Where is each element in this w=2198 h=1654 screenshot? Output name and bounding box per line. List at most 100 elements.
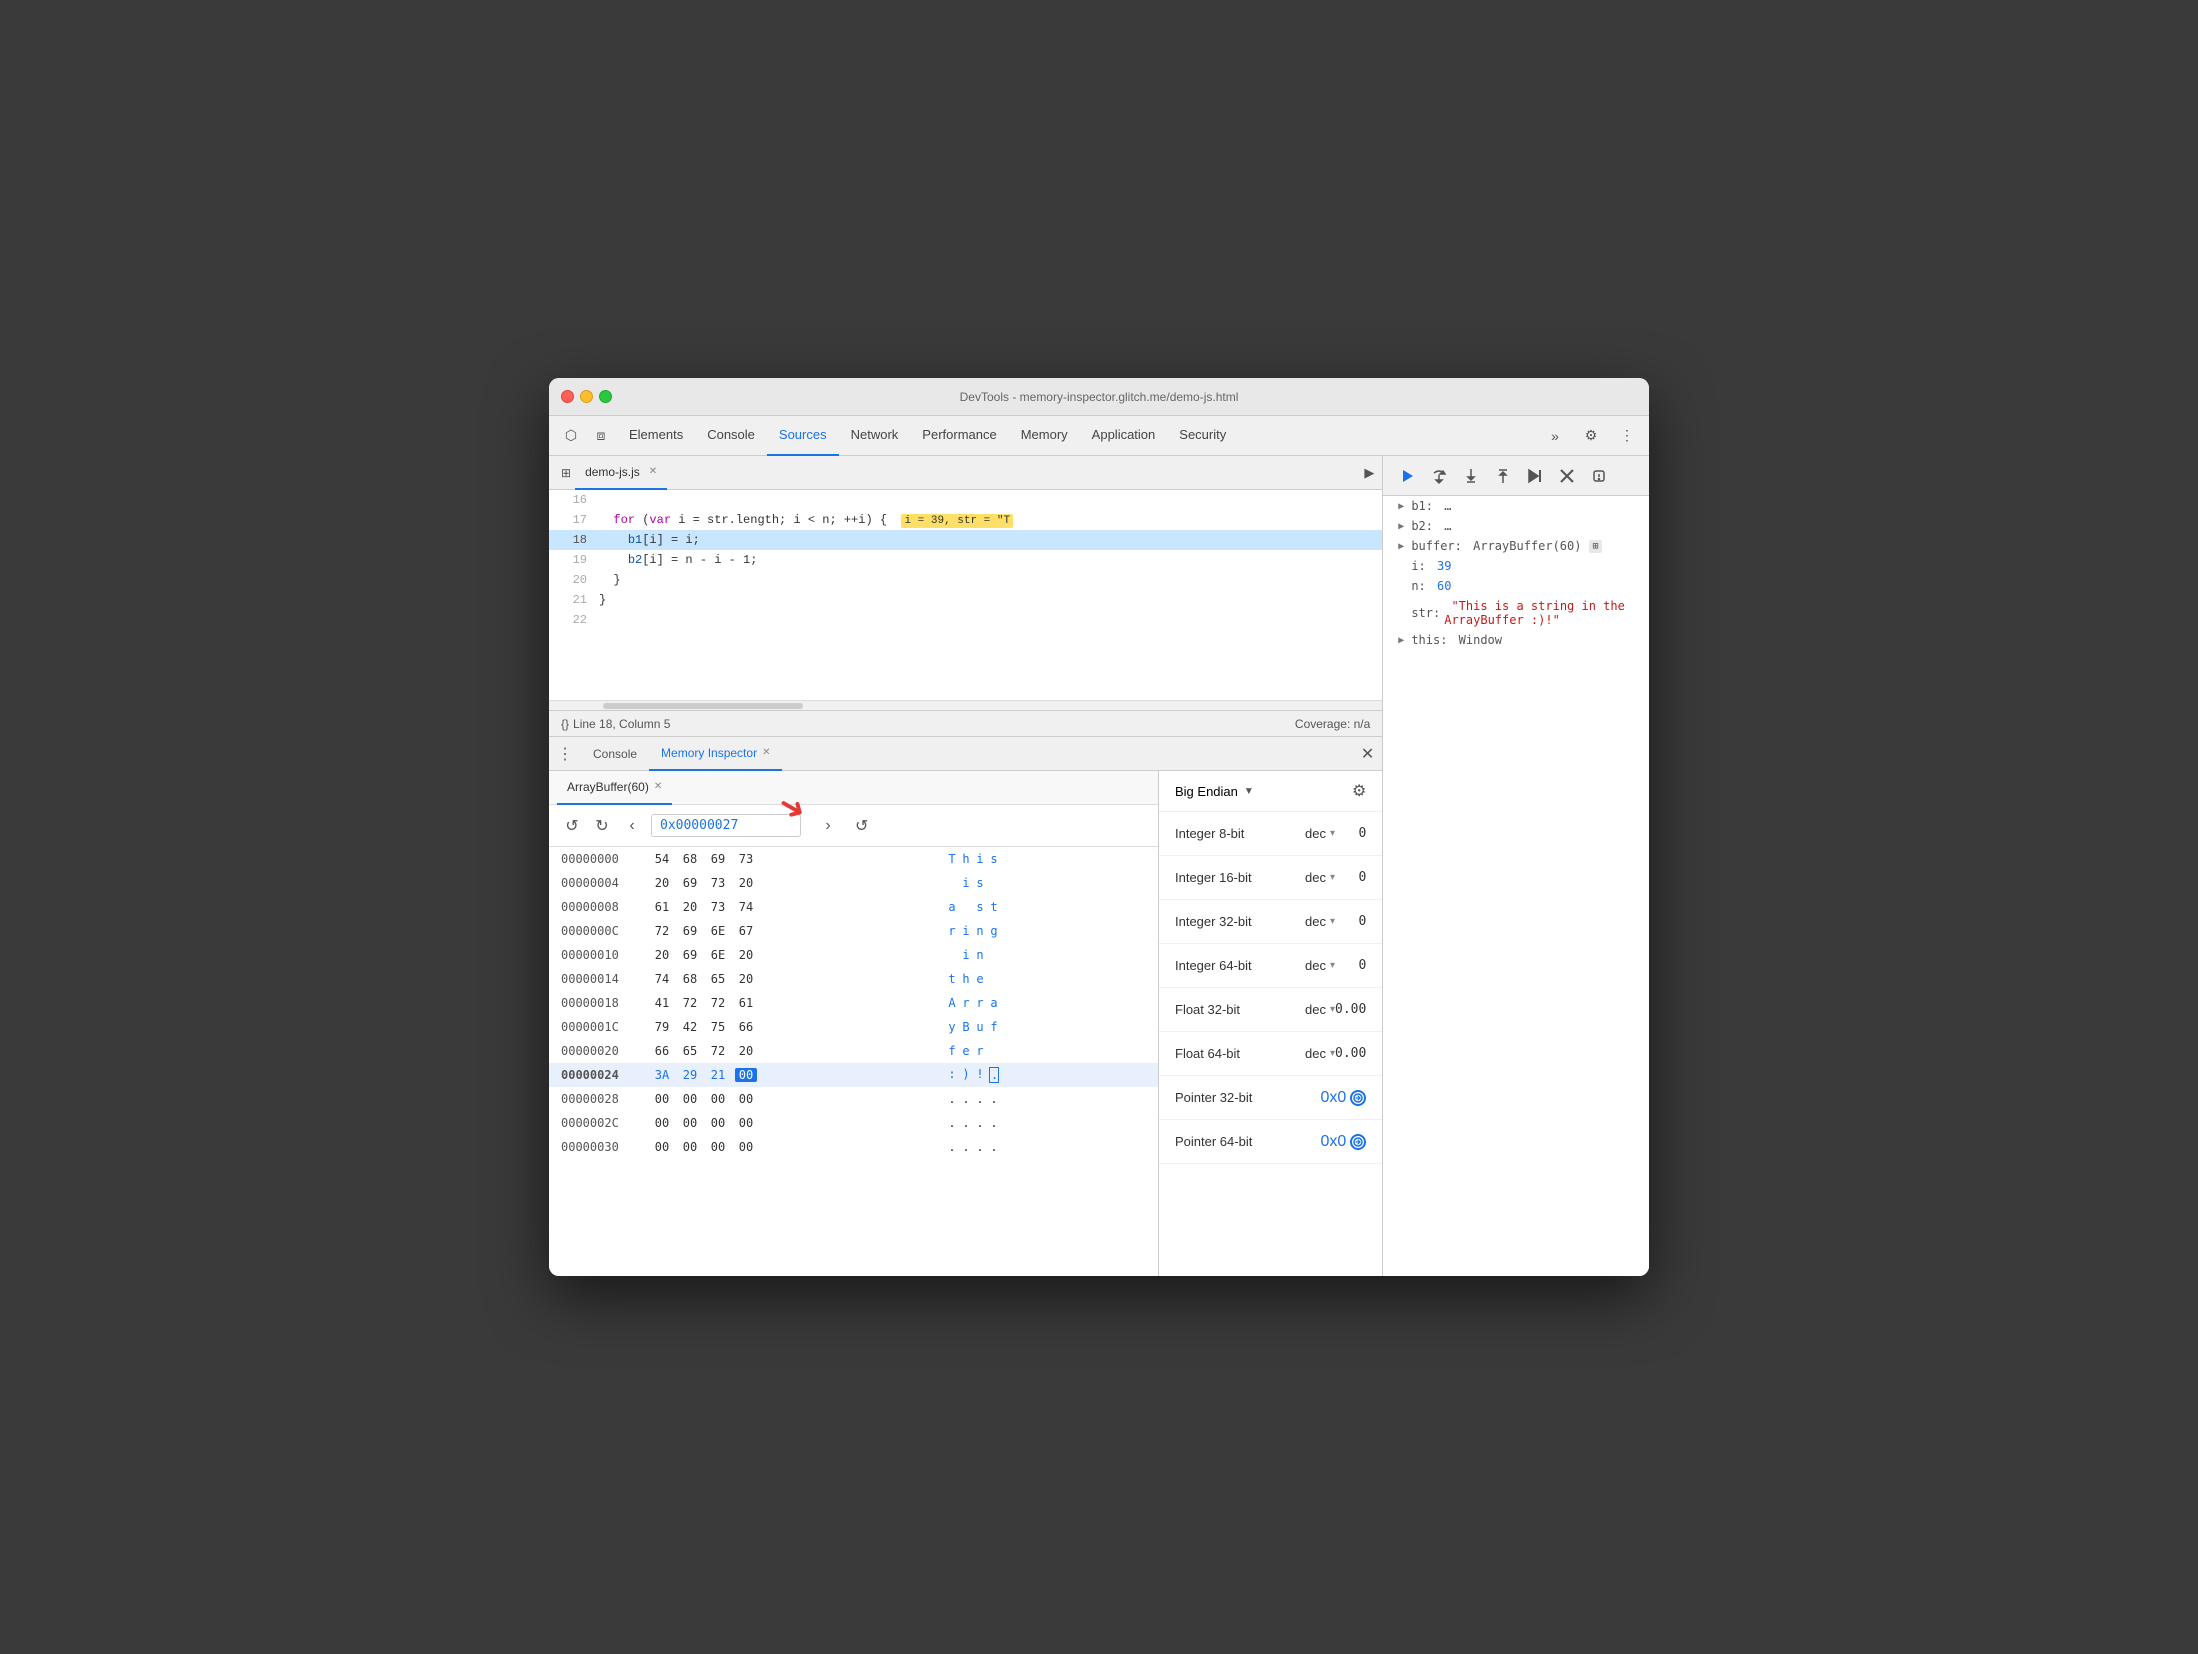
tab-memory-inspector[interactable]: Memory Inspector ✕	[649, 737, 782, 771]
buffer-tab-close[interactable]: ✕	[654, 781, 662, 792]
step-into-button[interactable]	[1459, 464, 1483, 488]
float64-format-selector[interactable]: dec ▾	[1305, 1046, 1335, 1061]
tab-memory[interactable]: Memory	[1009, 416, 1080, 456]
hex-row-18: 00000018 41 72 72 61 A r	[549, 991, 1158, 1015]
buffer-tab[interactable]: ArrayBuffer(60) ✕	[557, 771, 672, 805]
more-options-button[interactable]: ⋮	[1613, 422, 1641, 450]
toggle-navigator-button[interactable]: ⊞	[557, 464, 575, 482]
ptr32-value: 0x0	[1321, 1089, 1367, 1107]
scope-item-b2[interactable]: ▶ b2: …	[1383, 516, 1649, 536]
memory-inspector-close[interactable]: ✕	[762, 747, 770, 758]
more-tabs-button[interactable]: »	[1541, 422, 1569, 450]
hex-row-c: 0000000C 72 69 6E 67 r i	[549, 919, 1158, 943]
hscrollbar-thumb[interactable]	[603, 703, 803, 709]
refresh-button[interactable]: ↺	[855, 816, 868, 836]
float32-format-selector[interactable]: dec ▾	[1305, 1002, 1335, 1017]
hex-row-28: 00000028 00 00 00 00 . .	[549, 1087, 1158, 1111]
cursor-icon[interactable]: ⬡	[557, 422, 585, 450]
tab-network[interactable]: Network	[839, 416, 911, 456]
type-row-int64: Integer 64-bit dec ▾ 0	[1159, 944, 1382, 988]
maximize-button[interactable]	[599, 390, 612, 403]
close-bottom-panel-button[interactable]: ✕	[1361, 744, 1374, 764]
int8-value: 0	[1358, 826, 1366, 841]
endian-dropdown-arrow: ▼	[1244, 786, 1254, 797]
close-button[interactable]	[561, 390, 574, 403]
type-row-int32: Integer 32-bit dec ▾ 0	[1159, 900, 1382, 944]
traffic-lights	[561, 390, 612, 403]
int32-format-selector[interactable]: dec ▾	[1305, 914, 1335, 929]
scope-item-str[interactable]: str: "This is a string in the ArrayBuffe…	[1383, 596, 1649, 630]
int16-format-selector[interactable]: dec ▾	[1305, 870, 1335, 885]
code-line-19: 19 b2[i] = n - i - 1;	[549, 550, 1382, 570]
endian-selector[interactable]: Big Endian ▼	[1175, 784, 1254, 799]
hex-row-20: 00000020 66 65 72 20 f e	[549, 1039, 1158, 1063]
bottom-tabs-bar: ⋮ Console Memory Inspector ✕ ✕	[549, 737, 1382, 771]
int64-format-selector[interactable]: dec ▾	[1305, 958, 1335, 973]
forward-button[interactable]: ↻	[591, 815, 613, 837]
minimize-button[interactable]	[580, 390, 593, 403]
window-title: DevTools - memory-inspector.glitch.me/de…	[960, 390, 1239, 404]
type-row-int16: Integer 16-bit dec ▾ 0	[1159, 856, 1382, 900]
mobile-icon[interactable]: ⧈	[587, 422, 615, 450]
address-input[interactable]	[651, 814, 801, 837]
prev-page-button[interactable]: ‹	[621, 815, 643, 837]
settings-button[interactable]: ⚙	[1577, 422, 1605, 450]
code-line-18: 18 b1[i] = i;	[549, 530, 1382, 550]
step-out-button[interactable]	[1491, 464, 1515, 488]
value-inspector-settings[interactable]: ⚙	[1352, 781, 1366, 801]
type-row-int8: Integer 8-bit dec ▾ 0	[1159, 812, 1382, 856]
type-row-ptr64: Pointer 64-bit 0x0	[1159, 1120, 1382, 1164]
hex-row-0: 00000000 54 68 69 73 T h	[549, 847, 1158, 871]
scope-item-this[interactable]: ▶ this: Window	[1383, 630, 1649, 650]
code-line-16: 16	[549, 490, 1382, 510]
scope-item-b1[interactable]: ▶ b1: …	[1383, 496, 1649, 516]
devtools-window: DevTools - memory-inspector.glitch.me/de…	[549, 378, 1649, 1276]
horizontal-scrollbar[interactable]	[549, 700, 1382, 710]
resume-button[interactable]	[1395, 464, 1419, 488]
step-over-button[interactable]	[1427, 464, 1451, 488]
tab-performance[interactable]: Performance	[910, 416, 1008, 456]
tab-security[interactable]: Security	[1167, 416, 1238, 456]
expand-icon: ▶	[1395, 634, 1407, 646]
right-debugger-panel: ▶ b1: … ▶ b2: … ▶ buffer: ArrayBuffer(60…	[1383, 456, 1649, 1276]
scope-item-n[interactable]: n: 60	[1383, 576, 1649, 596]
status-bar: {} Line 18, Column 5 Coverage: n/a	[549, 710, 1382, 736]
format-source-button[interactable]: ▶	[1364, 465, 1374, 481]
memory-icon[interactable]: ⊞	[1589, 540, 1601, 553]
int8-format-selector[interactable]: dec ▾	[1305, 826, 1335, 841]
pause-on-exceptions-button[interactable]	[1587, 464, 1611, 488]
tab-console[interactable]: Console	[695, 416, 767, 456]
titlebar: DevTools - memory-inspector.glitch.me/de…	[549, 378, 1649, 416]
tab-sources[interactable]: Sources	[767, 416, 839, 456]
tab-console-bottom[interactable]: Console	[581, 737, 649, 771]
bottom-panel-menu[interactable]: ⋮	[557, 744, 573, 764]
buffer-tab-bar: ArrayBuffer(60) ✕	[549, 771, 1158, 805]
devtools-tab-bar: ⬡ ⧈ Elements Console Sources Network Per…	[549, 416, 1649, 456]
next-page-button[interactable]: ›	[817, 815, 839, 837]
tab-elements[interactable]: Elements	[617, 416, 695, 456]
file-tab[interactable]: demo-js.js ✕	[575, 456, 667, 490]
memory-value-inspector: Big Endian ▼ ⚙ Integer 8-bit dec ▾	[1159, 771, 1382, 1276]
int16-value: 0	[1358, 870, 1366, 885]
scope-item-buffer[interactable]: ▶ buffer: ArrayBuffer(60) ⊞	[1383, 536, 1649, 556]
int64-value: 0	[1358, 958, 1366, 973]
tab-application[interactable]: Application	[1080, 416, 1168, 456]
ptr32-link-button[interactable]	[1350, 1090, 1366, 1106]
hex-row-1c: 0000001C 79 42 75 66 y B	[549, 1015, 1158, 1039]
file-tab-close[interactable]: ✕	[649, 466, 657, 477]
memory-inspector-content: ArrayBuffer(60) ✕ ↺ ↻ ‹ ➜	[549, 771, 1382, 1276]
ptr64-value: 0x0	[1321, 1133, 1367, 1151]
devtools-main: ⊞ demo-js.js ✕ ▶ 16 17 for (var i = str.…	[549, 456, 1649, 1276]
deactivate-breakpoints-button[interactable]	[1555, 464, 1579, 488]
tabs-overflow-area: » ⚙ ⋮	[1541, 422, 1641, 450]
expand-icon: ▶	[1395, 520, 1407, 532]
file-tab-name: demo-js.js	[585, 465, 640, 479]
back-button[interactable]: ↺	[561, 815, 583, 837]
scope-item-i[interactable]: i: 39	[1383, 556, 1649, 576]
float64-value: 0.00	[1335, 1046, 1366, 1061]
ptr64-link-button[interactable]	[1350, 1134, 1366, 1150]
coverage-indicator: Coverage: n/a	[1295, 717, 1370, 731]
hex-row-24-selected[interactable]: 00000024 3A 29 21 00 : )	[549, 1063, 1158, 1087]
type-row-float32: Float 32-bit dec ▾ 0.00	[1159, 988, 1382, 1032]
step-button[interactable]	[1523, 464, 1547, 488]
